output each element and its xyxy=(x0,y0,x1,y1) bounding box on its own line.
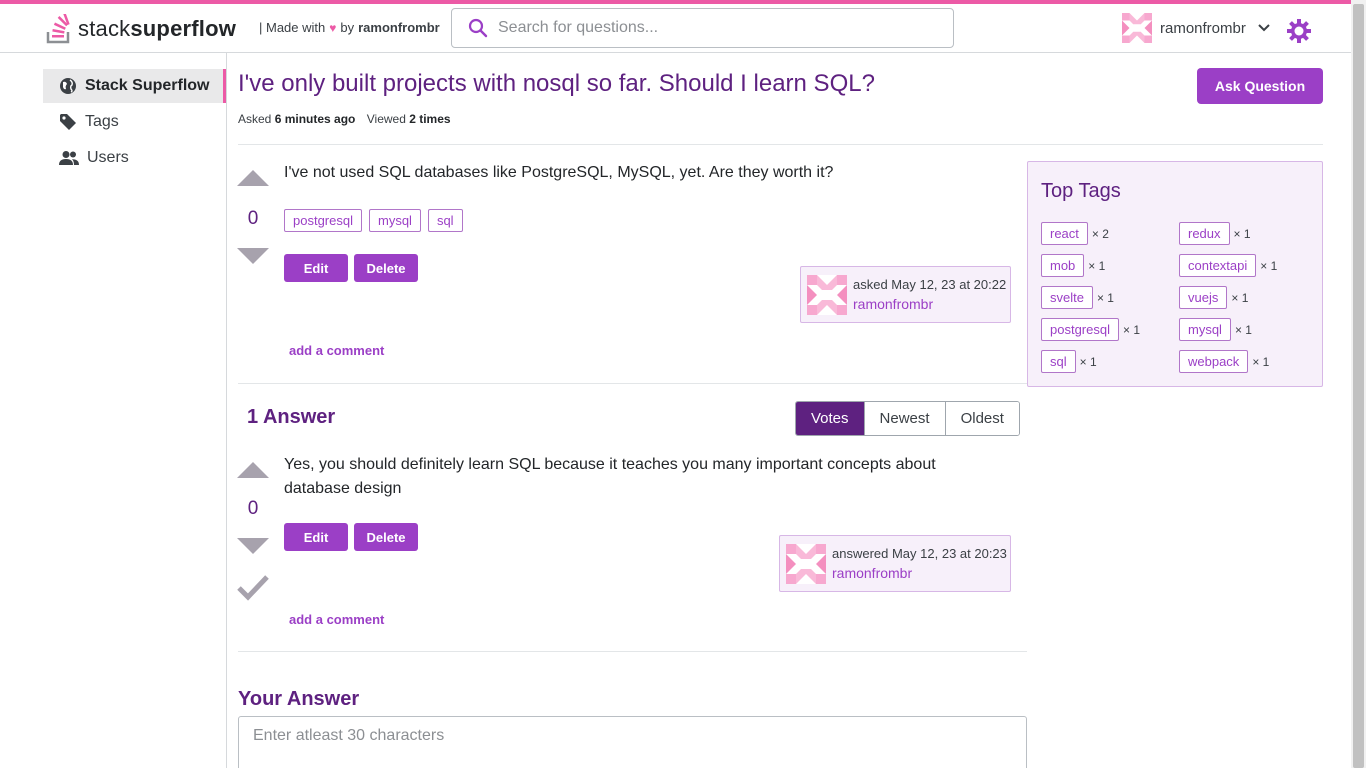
user-menu[interactable]: ramonfrombr xyxy=(1122,13,1270,43)
upvote-arrow-icon[interactable] xyxy=(237,168,269,188)
top-tag-item: sql × 1 xyxy=(1041,350,1097,373)
made-with-credit: | Made with ♥ by ramonfrombr xyxy=(259,20,440,35)
top-tag-item: svelte × 1 xyxy=(1041,286,1114,309)
users-icon xyxy=(59,151,79,165)
top-tags-widget: Top Tags react × 2 redux × 1 mob × 1 con… xyxy=(1027,161,1323,387)
chevron-down-icon xyxy=(1258,24,1270,32)
top-tag-item: redux × 1 xyxy=(1179,222,1251,245)
tag-postgresql[interactable]: postgresql xyxy=(284,209,362,232)
add-comment-link[interactable]: add a comment xyxy=(289,343,384,358)
divider xyxy=(238,651,1027,652)
top-tag-item: postgresql × 1 xyxy=(1041,318,1140,341)
question-vote-column: 0 xyxy=(237,168,269,266)
downvote-arrow-icon[interactable] xyxy=(237,536,269,556)
search-icon xyxy=(468,18,488,38)
top-tag-item: mob × 1 xyxy=(1041,254,1105,277)
top-tag-item: vuejs × 1 xyxy=(1179,286,1248,309)
tag-svelte[interactable]: svelte xyxy=(1041,286,1093,309)
username: ramonfrombr xyxy=(1160,19,1246,37)
search-input[interactable] xyxy=(498,19,918,37)
sort-newest-button[interactable]: Newest xyxy=(864,402,946,435)
search-bar[interactable] xyxy=(451,8,954,48)
gear-icon[interactable] xyxy=(1286,18,1312,44)
question-author-card: asked May 12, 23 at 20:22 ramonfrombr xyxy=(800,266,1011,323)
tag-react[interactable]: react xyxy=(1041,222,1088,245)
edit-answer-button[interactable]: Edit xyxy=(284,523,348,551)
top-tag-item: webpack × 1 xyxy=(1179,350,1269,373)
tag-postgresql[interactable]: postgresql xyxy=(1041,318,1119,341)
tag-icon xyxy=(60,114,76,130)
question-title: I've only built projects with nosql so f… xyxy=(238,70,875,97)
tag-mysql[interactable]: mysql xyxy=(368,209,421,232)
top-tag-item: react × 2 xyxy=(1041,222,1109,245)
downvote-arrow-icon[interactable] xyxy=(237,246,269,266)
tag-webpack[interactable]: webpack xyxy=(1179,350,1249,373)
answers-count-heading: 1 Answer xyxy=(247,406,336,428)
top-tag-item: contextapi × 1 xyxy=(1179,254,1277,277)
answer-textarea[interactable] xyxy=(238,716,1027,768)
sort-votes-button[interactable]: Votes xyxy=(796,402,865,435)
top-tag-item: mysql × 1 xyxy=(1179,318,1252,341)
stack-logo-icon xyxy=(46,14,70,44)
add-comment-link[interactable]: add a comment xyxy=(289,612,384,627)
top-tags-title: Top Tags xyxy=(1041,180,1121,202)
sidebar-item-tags[interactable]: Tags xyxy=(43,105,226,139)
left-sidebar: Stack Superflow Tags Users xyxy=(0,53,227,768)
question-tags: postgresql mysql sql xyxy=(284,209,463,232)
delete-answer-button[interactable]: Delete xyxy=(354,523,418,551)
sidebar-item-stack-superflow[interactable]: Stack Superflow xyxy=(43,69,226,103)
author-link[interactable]: ramonfrombr xyxy=(853,296,1006,312)
answer-author-card: answered May 12, 23 at 20:23 ramonfrombr xyxy=(779,535,1011,592)
ask-question-button[interactable]: Ask Question xyxy=(1197,68,1323,104)
logo-text: stacksuperflow xyxy=(78,16,237,41)
edit-question-button[interactable]: Edit xyxy=(284,254,348,282)
scrollbar-thumb[interactable] xyxy=(1353,4,1364,768)
author-avatar xyxy=(786,543,826,584)
question-body: I've not used SQL databases like Postgre… xyxy=(284,164,834,181)
globe-icon xyxy=(60,78,76,94)
answer-body: Yes, you should definitely learn SQL bec… xyxy=(284,456,936,497)
your-answer-heading: Your Answer xyxy=(238,688,360,710)
tag-redux[interactable]: redux xyxy=(1179,222,1230,245)
author-link[interactable]: ramonfrombr xyxy=(832,565,1007,581)
tag-mob[interactable]: mob xyxy=(1041,254,1085,277)
sort-oldest-button[interactable]: Oldest xyxy=(945,402,1019,435)
logo[interactable]: stacksuperflow xyxy=(46,14,236,44)
answered-timestamp: answered May 12, 23 at 20:23 xyxy=(832,546,1007,561)
heart-icon: ♥ xyxy=(329,20,337,35)
tag-mysql[interactable]: mysql xyxy=(1179,318,1231,341)
delete-question-button[interactable]: Delete xyxy=(354,254,418,282)
tag-sql[interactable]: sql xyxy=(1041,350,1076,373)
accept-check-icon[interactable] xyxy=(237,574,269,602)
divider xyxy=(238,144,1323,145)
upvote-arrow-icon[interactable] xyxy=(237,460,269,480)
question-vote-count: 0 xyxy=(247,208,259,229)
tag-sql[interactable]: sql xyxy=(427,209,463,232)
author-avatar xyxy=(807,274,847,315)
sidebar-item-users[interactable]: Users xyxy=(43,141,226,175)
author-link[interactable]: ramonfrombr xyxy=(358,20,440,35)
question-meta: Asked 6 minutes ago Viewed 2 times xyxy=(238,112,451,126)
answer-vote-column: 0 xyxy=(237,460,269,602)
user-avatar xyxy=(1122,13,1152,43)
answer-sort-tabs: Votes Newest Oldest xyxy=(795,401,1020,436)
tag-vuejs[interactable]: vuejs xyxy=(1179,286,1228,309)
top-bar: stacksuperflow | Made with ♥ by ramonfro… xyxy=(0,0,1366,53)
asked-timestamp: asked May 12, 23 at 20:22 xyxy=(853,277,1007,292)
tag-contextapi[interactable]: contextapi xyxy=(1179,254,1257,277)
answer-vote-count: 0 xyxy=(247,498,259,519)
divider xyxy=(238,383,1027,384)
